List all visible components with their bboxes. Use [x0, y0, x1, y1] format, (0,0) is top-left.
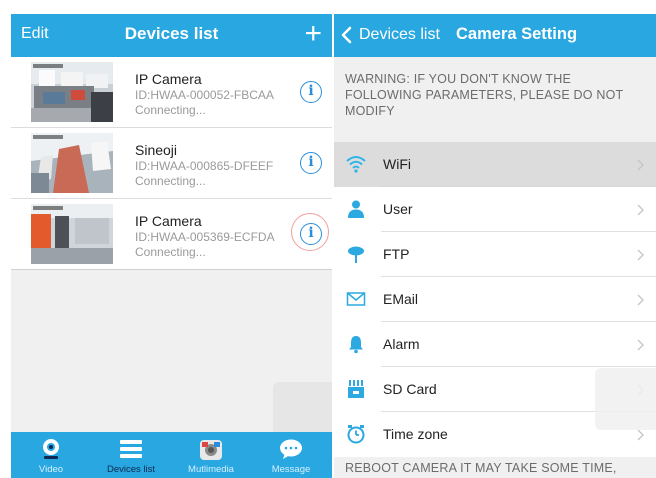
device-id: ID:HWAA-005369-ECFDA: [135, 230, 275, 244]
list-icon: [120, 440, 142, 458]
setting-email[interactable]: EMail: [334, 277, 656, 322]
message-icon: [280, 439, 302, 459]
setting-wifi[interactable]: WiFi: [334, 142, 656, 187]
setting-label: Time zone: [383, 426, 448, 442]
email-icon: [346, 292, 366, 306]
plus-icon[interactable]: +: [304, 17, 322, 51]
devices-list-screen: Edit Devices list + IP Camera ID:HWAA-00…: [11, 14, 332, 478]
chevron-right-icon: [637, 429, 644, 441]
device-row[interactable]: IP Camera ID:HWAA-000052-FBCAA Connectin…: [11, 57, 332, 128]
tab-message[interactable]: Message: [251, 432, 331, 478]
tab-multimedia[interactable]: Mutlimedia: [171, 432, 251, 478]
device-name: Sineoji: [135, 142, 178, 158]
chevron-right-icon: [637, 249, 644, 261]
device-row[interactable]: IP Camera ID:HWAA-005369-ECFDA Connectin…: [11, 199, 332, 270]
info-icon[interactable]: i: [300, 152, 322, 174]
setting-label: Alarm: [383, 336, 420, 352]
device-status: Connecting...: [135, 103, 206, 117]
tab-label: Message: [271, 464, 311, 475]
floating-overlay: [595, 368, 656, 430]
chevron-left-icon[interactable]: [341, 26, 352, 44]
devices-list-header: Edit Devices list +: [11, 14, 332, 57]
back-button[interactable]: Devices list: [359, 26, 440, 44]
device-status: Connecting...: [135, 245, 206, 259]
camera-setting-screen: Devices list Camera Setting WARNING: IF …: [334, 14, 656, 478]
alarm-icon: [349, 336, 363, 354]
chevron-right-icon: [637, 159, 644, 171]
warning-text: WARNING: IF YOU DON'T KNOW THE FOLLOWING…: [345, 72, 624, 118]
setting-label: WiFi: [383, 156, 411, 172]
media-icon: [200, 440, 222, 460]
ftp-icon: [348, 246, 364, 263]
device-name: IP Camera: [135, 71, 202, 87]
tab-bar: Video Devices list Mutlimedia Message: [11, 432, 332, 478]
info-icon[interactable]: i: [300, 81, 322, 103]
tab-label: Mutlimedia: [188, 464, 234, 475]
page-title: Camera Setting: [456, 25, 578, 43]
device-id: ID:HWAA-000052-FBCAA: [135, 88, 274, 102]
device-list: IP Camera ID:HWAA-000052-FBCAA Connectin…: [11, 57, 332, 270]
clock-icon: [347, 425, 365, 444]
tab-label: Video: [38, 464, 64, 475]
device-name: IP Camera: [135, 213, 202, 229]
floating-overlay: [273, 382, 332, 437]
tab-devices-list[interactable]: Devices list: [91, 432, 171, 478]
setting-ftp[interactable]: FTP: [334, 232, 656, 277]
camera-thumbnail: [31, 62, 113, 122]
device-id: ID:HWAA-000865-DFEEF: [135, 159, 274, 173]
device-status: Connecting...: [135, 174, 206, 188]
setting-label: User: [383, 201, 413, 217]
chevron-right-icon: [637, 294, 644, 306]
tab-video[interactable]: Video: [11, 432, 91, 478]
page-title: Devices list: [124, 24, 219, 43]
chevron-right-icon: [637, 204, 644, 216]
setting-alarm[interactable]: Alarm: [334, 322, 656, 367]
setting-user[interactable]: User: [334, 187, 656, 232]
camera-thumbnail: [31, 204, 113, 264]
tab-label: Devices list: [106, 464, 156, 475]
wifi-icon: [346, 156, 366, 173]
setting-label: FTP: [383, 246, 410, 262]
info-icon[interactable]: i: [300, 223, 322, 245]
setting-label: SD Card: [383, 381, 437, 397]
camera-icon: [43, 439, 59, 459]
sd-card-icon: [348, 380, 364, 398]
user-icon: [348, 200, 364, 218]
reboot-notice: REBOOT CAMERA IT MAY TAKE SOME TIME,: [345, 461, 617, 475]
camera-thumbnail: [31, 133, 113, 193]
camera-setting-header: Devices list Camera Setting: [334, 14, 656, 57]
chevron-right-icon: [637, 339, 644, 351]
device-row[interactable]: Sineoji ID:HWAA-000865-DFEEF Connecting.…: [11, 128, 332, 199]
setting-label: EMail: [383, 291, 419, 307]
